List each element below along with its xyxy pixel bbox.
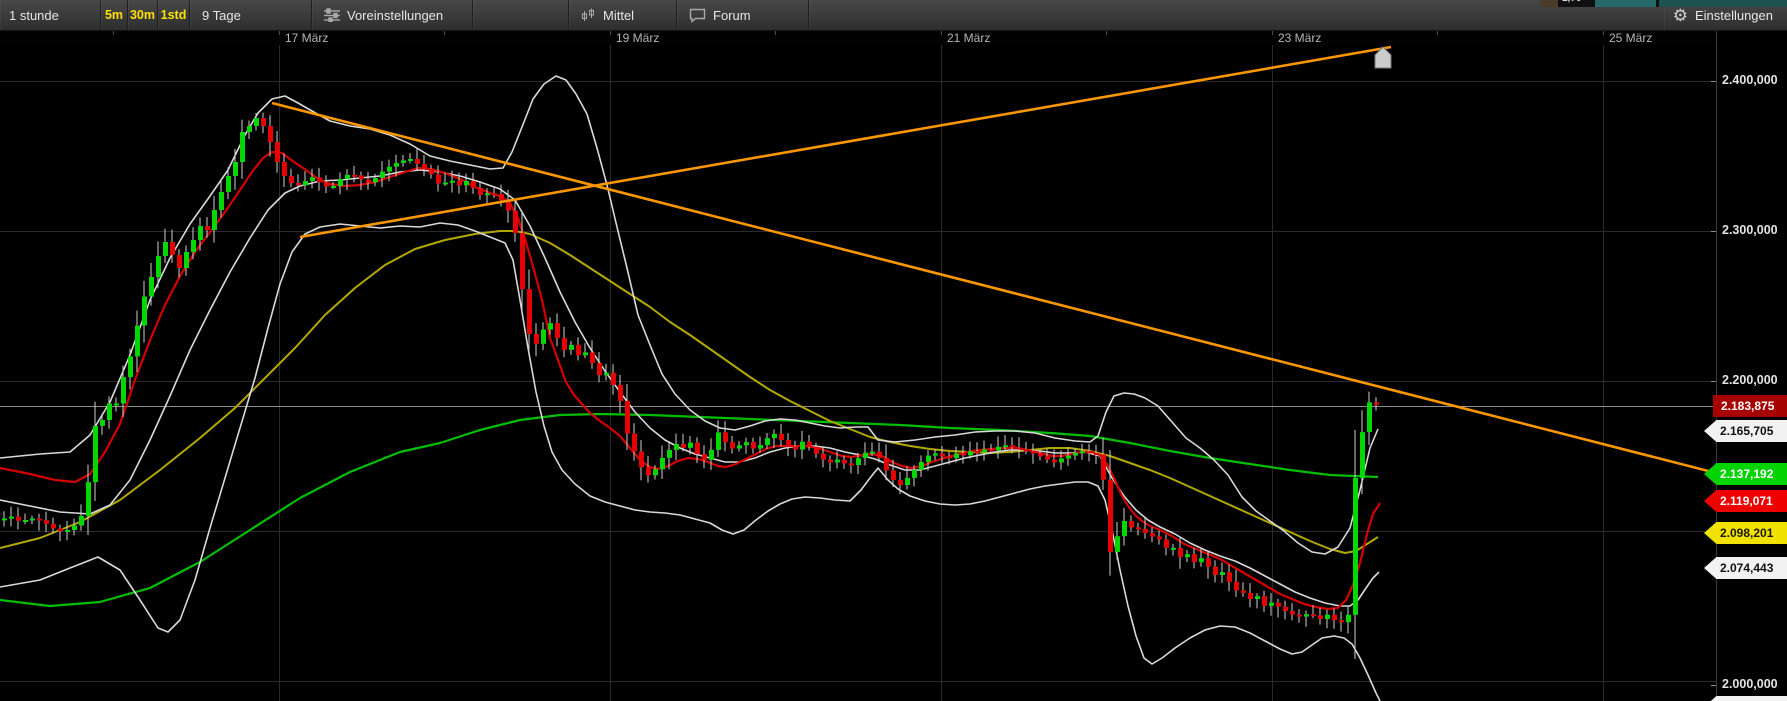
chart-toolbar: 1 stunde 5m 30m 1std 9 Tage: [0, 0, 1787, 31]
price-axis-label: 2.200,000: [1722, 373, 1784, 387]
price-tag-ma-yellow: 2.098,201: [1704, 522, 1787, 544]
price-axis-label: 2.000,000: [1722, 677, 1784, 691]
range-dropdown[interactable]: 9 Tage: [190, 0, 312, 30]
trendlines: [272, 47, 1716, 473]
price-tick: [1711, 381, 1716, 382]
price-tag-band-lower-partial: [1704, 696, 1787, 701]
speech-bubble-icon: [689, 8, 706, 23]
price-axis-label: 2.400,000: [1722, 73, 1784, 87]
candle-bodies: [2, 118, 1379, 622]
timeframe-1std-label: 1std: [161, 8, 187, 22]
settings-label: Einstellungen: [1695, 8, 1773, 23]
price-tick: [1711, 685, 1716, 686]
presets-label: Voreinstellungen: [347, 8, 443, 23]
clipped-top-panel: 1,70: [1540, 0, 1787, 7]
forum-label: Forum: [713, 8, 751, 23]
price-tag-ma-red: 2.119,071: [1704, 490, 1787, 512]
gear-icon: ⚙: [1673, 7, 1688, 24]
bollinger-lower-line: [0, 223, 1380, 701]
range-label: 9 Tage: [202, 8, 241, 23]
clipped-price-text: 1,70: [1562, 0, 1581, 4]
price-axis[interactable]: [1716, 30, 1787, 701]
timeframe-30m-label: 30m: [130, 8, 155, 22]
price-chart[interactable]: [0, 0, 1787, 701]
clipped-block-teal-1: [1595, 0, 1656, 7]
ascending-trendline[interactable]: [300, 47, 1391, 237]
yellow-ma-line: [0, 231, 1378, 553]
timeframe-5m-label: 5m: [105, 8, 123, 22]
sliders-icon: [324, 8, 340, 22]
toolbar-spacer-cell: [473, 0, 569, 30]
price-tick: [1711, 231, 1716, 232]
price-tick: [1711, 81, 1716, 82]
price-tag-ma-green: 2.137,192: [1704, 463, 1787, 485]
trading-app-window: 17 März 19 März 21 März 23 März 25 März 1 st…: [0, 0, 1787, 701]
clipped-block-teal-2: [1659, 0, 1787, 7]
date-label: 25 März: [1609, 31, 1652, 45]
date-label: 23 März: [1278, 31, 1321, 45]
timeframe-button-5m[interactable]: 5m: [101, 0, 128, 30]
presets-button[interactable]: Voreinstellungen: [312, 0, 473, 30]
price-tag-band-upper: 2.165,705: [1704, 420, 1787, 442]
gridlines: [0, 45, 1716, 701]
descending-trendline[interactable]: [272, 103, 1716, 473]
clipped-block-brown: [1540, 0, 1558, 7]
candlestick-icon: [581, 8, 596, 23]
price-tag-current-price: 2.183,875: [1713, 395, 1787, 417]
mittel-button[interactable]: Mittel: [569, 0, 677, 30]
price-tag-band-middle: 2.074,443: [1704, 557, 1787, 579]
timeframe-dropdown[interactable]: 1 stunde: [0, 0, 101, 30]
toolbar-spacer: [809, 0, 1664, 30]
timeframe-label: 1 stunde: [9, 8, 59, 23]
date-label: 21 März: [947, 31, 990, 45]
date-label: 19 März: [616, 31, 659, 45]
mittel-label: Mittel: [603, 8, 634, 23]
date-axis[interactable]: 17 März 19 März 21 März 23 März 25 März: [0, 30, 1716, 45]
date-label: 17 März: [285, 31, 328, 45]
candle-wicks: [4, 113, 1376, 659]
timeframe-button-30m[interactable]: 30m: [128, 0, 158, 30]
forum-button[interactable]: Forum: [677, 0, 809, 30]
timeframe-button-1std[interactable]: 1std: [158, 0, 190, 30]
price-axis-label: 2.300,000: [1722, 223, 1784, 237]
